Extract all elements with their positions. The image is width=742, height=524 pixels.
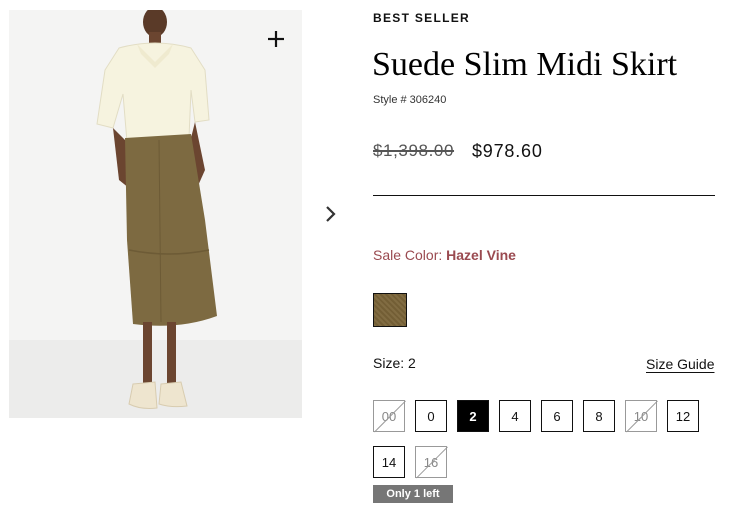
size-option-6[interactable]: 6 [541, 400, 573, 432]
sale-price: $978.60 [472, 141, 543, 161]
product-title: Suede Slim Midi Skirt [372, 46, 678, 83]
color-label-prefix: Sale Color: [373, 247, 443, 263]
style-number: Style # 306240 [373, 94, 447, 106]
size-option-4[interactable]: 4 [499, 400, 531, 432]
size-label: Size: 2 [373, 355, 416, 371]
size-option-2[interactable]: 2 [457, 400, 489, 432]
product-image[interactable] [9, 10, 302, 418]
color-name: Hazel Vine [446, 247, 516, 263]
color-swatch-hazel-vine[interactable] [373, 293, 407, 327]
chevron-right-icon [326, 206, 336, 222]
size-option-00[interactable]: 00 [373, 400, 405, 432]
color-label: Sale Color: Hazel Vine [373, 247, 516, 263]
size-option-16[interactable]: 16 [415, 446, 447, 478]
divider [373, 195, 715, 196]
next-image-button[interactable] [320, 203, 342, 225]
size-option-10[interactable]: 10 [625, 400, 657, 432]
size-option-8[interactable]: 8 [583, 400, 615, 432]
model-illustration [9, 10, 302, 418]
zoom-button[interactable] [263, 26, 289, 52]
size-option-14[interactable]: 14 [373, 446, 405, 478]
plus-icon [268, 31, 284, 47]
best-seller-badge: BEST SELLER [373, 11, 470, 25]
size-guide-link[interactable]: Size Guide [646, 356, 714, 372]
original-price: $1,398.00 [373, 141, 455, 160]
size-option-0[interactable]: 0 [415, 400, 447, 432]
size-option-12[interactable]: 12 [667, 400, 699, 432]
stock-badge: Only 1 left [373, 485, 453, 503]
